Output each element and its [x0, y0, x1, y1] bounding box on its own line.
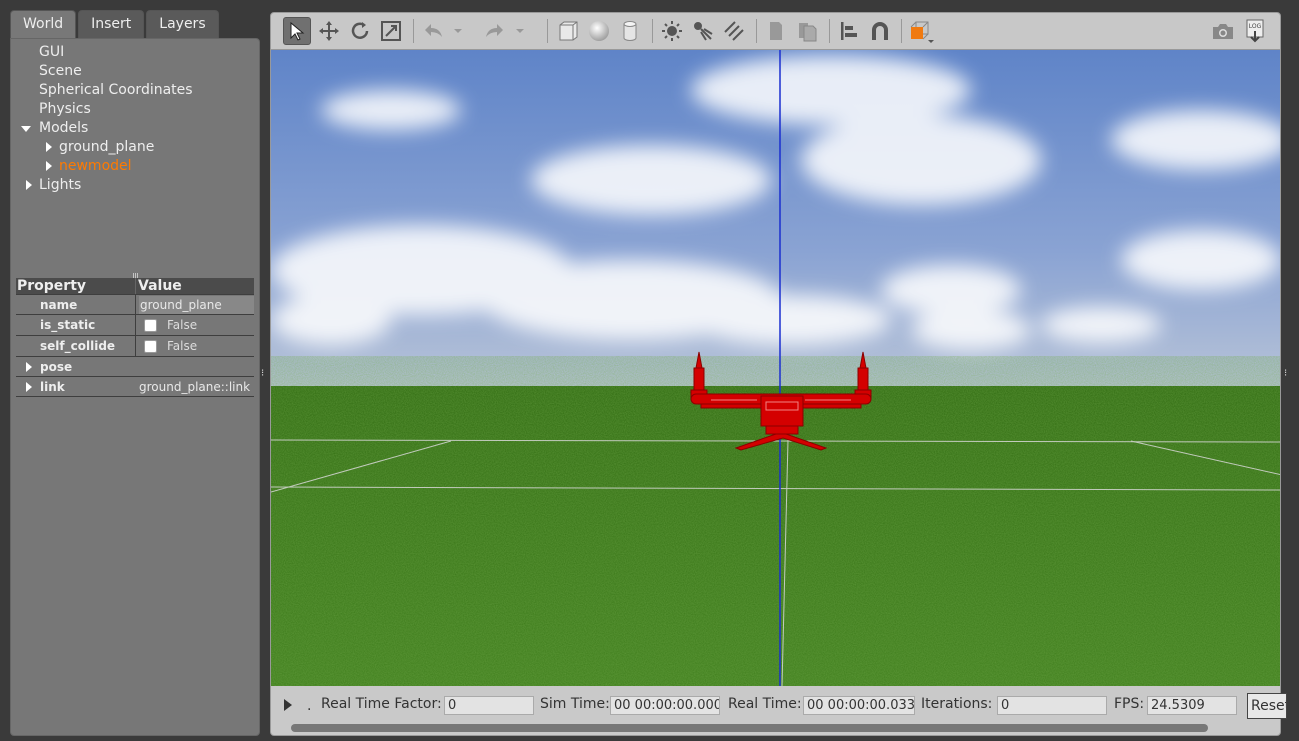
iterations-value: 0 [997, 696, 1107, 715]
panel-tabs: World Insert Layers [10, 10, 221, 39]
property-table-header: Property Value [16, 278, 254, 294]
cylinder-icon[interactable] [616, 17, 644, 45]
property-row-link[interactable]: link ground_plane::link [16, 377, 254, 397]
expand-right-icon[interactable] [26, 362, 32, 372]
real-time-factor-value: 0 [444, 696, 534, 715]
toolbar-separator [901, 19, 902, 43]
toolbar-separator [756, 19, 757, 43]
property-label: pose [40, 360, 73, 374]
property-label: is_static [16, 315, 136, 335]
left-panel: World Insert Layers GUI Scene Spherical … [10, 10, 260, 736]
fps-label: FPS: [1114, 696, 1145, 712]
undo-icon[interactable] [419, 17, 447, 45]
right-splitter-handle[interactable]: ⁝ [1284, 368, 1287, 379]
tree-item-scene[interactable]: Scene [11, 62, 259, 81]
tab-insert[interactable]: Insert [78, 10, 145, 38]
box-icon[interactable] [554, 17, 582, 45]
tree-item-newmodel[interactable]: newmodel [11, 157, 259, 176]
sphere-icon[interactable] [585, 17, 613, 45]
expand-right-icon[interactable] [26, 180, 32, 190]
sim-time-value: 00 00:00:00.000 [610, 696, 720, 715]
property-label: name [16, 295, 136, 314]
tree-item-label: Scene [39, 63, 82, 79]
tree-item-models[interactable]: Models [11, 119, 259, 138]
property-row-is-static: is_static False [16, 315, 254, 336]
magnet-icon[interactable] [866, 17, 894, 45]
real-time-label: Real Time: [728, 696, 802, 712]
tree-item-gui[interactable]: GUI [11, 43, 259, 62]
world-tree: GUI Scene Spherical Coordinates Physics … [11, 43, 259, 195]
expand-right-icon[interactable] [26, 382, 32, 392]
tree-item-label: Lights [39, 177, 82, 193]
point-light-icon[interactable] [658, 17, 686, 45]
log-icon[interactable]: LOG [1241, 17, 1269, 45]
tab-world[interactable]: World [10, 10, 77, 39]
scene-viewport[interactable] [270, 50, 1281, 686]
world-panel: GUI Scene Spherical Coordinates Physics … [10, 38, 260, 736]
tree-item-ground-plane[interactable]: ground_plane [11, 138, 259, 157]
copy-icon[interactable] [762, 17, 790, 45]
svg-text:LOG: LOG [1249, 23, 1262, 30]
expand-right-icon[interactable] [46, 161, 52, 171]
tab-layers[interactable]: Layers [146, 10, 219, 38]
tree-item-label: Physics [39, 101, 91, 117]
toolbar-separator [413, 19, 414, 43]
paste-icon[interactable] [793, 17, 821, 45]
property-row-name: name ground_plane [16, 294, 254, 315]
tree-item-spherical-coordinates[interactable]: Spherical Coordinates [11, 81, 259, 100]
toolbar: LOG [270, 12, 1281, 50]
column-header-value: Value [138, 278, 182, 294]
translate-icon[interactable] [315, 17, 343, 45]
expand-right-icon[interactable] [46, 142, 52, 152]
sim-time-label: Sim Time: [540, 696, 610, 712]
directional-light-icon[interactable] [720, 17, 748, 45]
toolbar-separator [547, 19, 548, 43]
undo-dropdown-icon[interactable] [451, 17, 465, 45]
tree-item-physics[interactable]: Physics [11, 100, 259, 119]
tree-item-lights[interactable]: Lights [11, 176, 259, 195]
property-row-pose[interactable]: pose [16, 357, 254, 377]
expand-down-icon[interactable] [21, 126, 31, 132]
tree-item-label: Models [39, 120, 89, 136]
iterations-label: Iterations: [921, 696, 993, 712]
property-row-self-collide: self_collide False [16, 336, 254, 357]
redo-icon[interactable] [481, 17, 509, 45]
scale-icon[interactable] [377, 17, 405, 45]
screenshot-icon[interactable] [1209, 17, 1237, 45]
property-label: link [40, 380, 65, 394]
play-icon[interactable] [283, 698, 293, 712]
view-angle-icon[interactable] [907, 17, 935, 45]
real-time-factor-label: Real Time Factor: [321, 696, 442, 712]
tree-item-label: GUI [39, 44, 65, 60]
scene-render [271, 50, 1280, 686]
checkbox-label: False [167, 339, 198, 353]
spot-light-icon[interactable] [689, 17, 717, 45]
status-bar: . Real Time Factor: 0 Sim Time: 00 00:00… [270, 686, 1287, 736]
align-icon[interactable] [835, 17, 863, 45]
left-splitter-handle[interactable]: ⁝ [261, 368, 264, 379]
toolbar-separator [829, 19, 830, 43]
checkbox-label: False [167, 318, 198, 332]
tree-item-label: newmodel [59, 158, 132, 174]
property-label: self_collide [16, 336, 136, 356]
column-header-property: Property [16, 278, 136, 294]
property-table: Property Value name ground_plane is_stat… [16, 278, 254, 397]
redo-dropdown-icon[interactable] [513, 17, 527, 45]
step-dot: . [307, 698, 312, 714]
horizontal-scrollbar[interactable] [291, 724, 1208, 732]
name-field[interactable]: ground_plane [139, 295, 254, 314]
is-static-checkbox[interactable] [144, 318, 157, 332]
toolbar-separator [652, 19, 653, 43]
real-time-value: 00 00:00:00.033 [803, 696, 915, 715]
link-value: ground_plane::link [139, 379, 251, 394]
rotate-icon[interactable] [346, 17, 374, 45]
tree-item-label: Spherical Coordinates [39, 82, 193, 98]
fps-value: 24.5309 [1147, 696, 1237, 715]
reset-button[interactable]: Reset [1247, 693, 1287, 719]
tree-item-label: ground_plane [59, 139, 155, 155]
select-icon[interactable] [283, 17, 311, 45]
self-collide-checkbox[interactable] [144, 339, 157, 353]
